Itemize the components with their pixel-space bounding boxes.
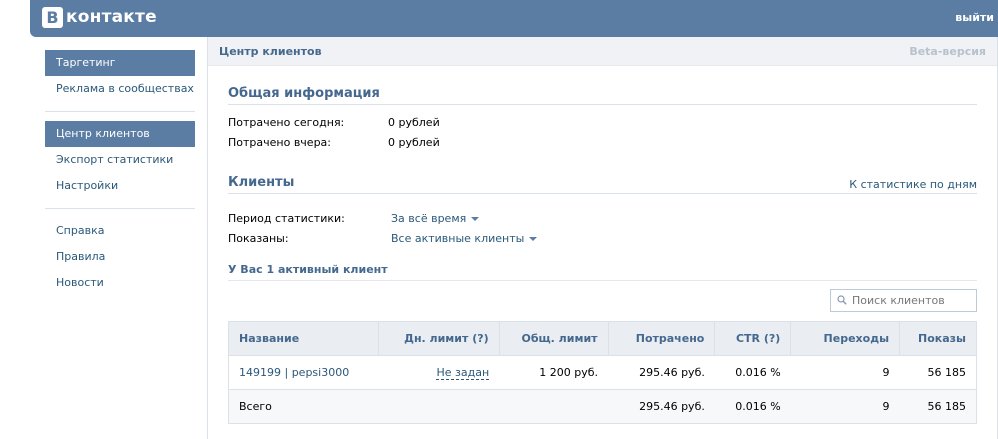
- col-total-limit[interactable]: Общ. лимит: [499, 321, 609, 356]
- total-limit-cell: 1 200 руб.: [499, 355, 609, 390]
- search-placeholder: Поиск клиентов: [852, 294, 945, 307]
- total-label-cell: Всего: [228, 389, 379, 424]
- total-daily-limit-cell: [378, 389, 500, 424]
- sidebar-item-help[interactable]: Справка: [45, 218, 195, 244]
- daily-stats-link[interactable]: К статистике по дням: [849, 178, 977, 191]
- total-ctr-cell: 0.016 %: [714, 389, 791, 424]
- client-name-cell: 149199 | pepsi3000: [228, 355, 379, 390]
- client-search-input[interactable]: Поиск клиентов: [830, 289, 977, 312]
- spent-cell: 295.46 руб.: [608, 355, 715, 390]
- search-icon: [837, 295, 847, 305]
- active-clients-count: У Вас 1 активный клиент: [228, 263, 388, 276]
- general-info-title: Общая информация: [228, 86, 380, 101]
- col-spent[interactable]: Потрачено: [608, 321, 716, 356]
- page-title: Центр клиентов: [219, 45, 322, 58]
- spent-today-value: 0 рублей: [388, 116, 440, 129]
- vk-logo-icon: B: [42, 6, 63, 28]
- ctr-cell: 0.016 %: [714, 355, 791, 390]
- vk-logo[interactable]: B контакте: [42, 6, 157, 28]
- col-daily-limit[interactable]: Дн. лимит (?): [378, 321, 500, 356]
- top-bar: B контакте выйти: [30, 0, 998, 37]
- shown-value: Все активные клиенты: [391, 232, 525, 245]
- spent-yesterday-label: Потрачено вчера:: [228, 136, 331, 149]
- total-clicks-cell: 9: [790, 389, 900, 424]
- sidebar-item-export-stats[interactable]: Экспорт статистики: [45, 147, 195, 173]
- col-name[interactable]: Название: [228, 321, 379, 356]
- clicks-cell: 9: [790, 355, 900, 390]
- daily-limit-link[interactable]: Не задан: [436, 366, 490, 380]
- clients-title: Клиенты: [228, 175, 295, 190]
- col-clicks[interactable]: Переходы: [790, 321, 901, 356]
- active-clients-header: У Вас 1 активный клиент: [228, 263, 977, 281]
- client-name-link[interactable]: 149199 | pepsi3000: [239, 366, 349, 379]
- chevron-down-icon: [529, 237, 538, 241]
- sidebar-item-rules[interactable]: Правила: [45, 244, 195, 270]
- shown-label: Показаны:: [228, 232, 289, 245]
- main-content: Центр клиентов Beta-версия Общая информа…: [207, 37, 998, 439]
- spent-yesterday-value: 0 рублей: [388, 136, 440, 149]
- beta-label: Beta-версия: [909, 45, 986, 58]
- sidebar-item-community-ads[interactable]: Реклама в сообществах: [45, 76, 195, 102]
- period-label: Период статистики:: [228, 212, 345, 225]
- sidebar-divider: [45, 111, 195, 112]
- period-value: За всё время: [391, 212, 467, 225]
- col-ctr[interactable]: CTR (?): [714, 321, 792, 356]
- spent-today-label: Потрачено сегодня:: [228, 116, 345, 129]
- logout-link[interactable]: выйти: [955, 11, 994, 24]
- table-header-row: Название Дн. лимит (?) Общ. лимит Потрач…: [228, 321, 977, 356]
- table-total-row: Всего 295.46 руб. 0.016 % 9 56 185: [228, 389, 977, 424]
- sidebar: Таргетинг Реклама в сообществах Центр кл…: [45, 50, 195, 296]
- daily-limit-cell: Не задан: [378, 355, 500, 390]
- general-info-header: Общая информация: [228, 85, 977, 105]
- sidebar-item-news[interactable]: Новости: [45, 270, 195, 296]
- sidebar-item-client-center[interactable]: Центр клиентов: [45, 121, 195, 147]
- total-impressions-cell: 56 185: [899, 389, 977, 424]
- content-title-bar: Центр клиентов Beta-версия: [208, 37, 997, 66]
- sidebar-divider: [45, 208, 195, 209]
- clients-header: Клиенты К статистике по дням: [228, 174, 977, 194]
- total-spent-cell: 295.46 руб.: [608, 389, 715, 424]
- impressions-cell: 56 185: [899, 355, 977, 390]
- table-row: 149199 | pepsi3000 Не задан 1 200 руб. 2…: [228, 355, 977, 390]
- vk-logo-text: контакте: [66, 7, 157, 27]
- chevron-down-icon: [471, 217, 480, 221]
- shown-dropdown[interactable]: Все активные клиенты: [391, 232, 538, 245]
- sidebar-item-targeting[interactable]: Таргетинг: [45, 50, 195, 76]
- clients-table: Название Дн. лимит (?) Общ. лимит Потрач…: [228, 321, 977, 424]
- col-impressions[interactable]: Показы: [899, 321, 977, 356]
- period-dropdown[interactable]: За всё время: [391, 212, 480, 225]
- sidebar-item-settings[interactable]: Настройки: [45, 173, 195, 199]
- total-total-limit-cell: [499, 389, 609, 424]
